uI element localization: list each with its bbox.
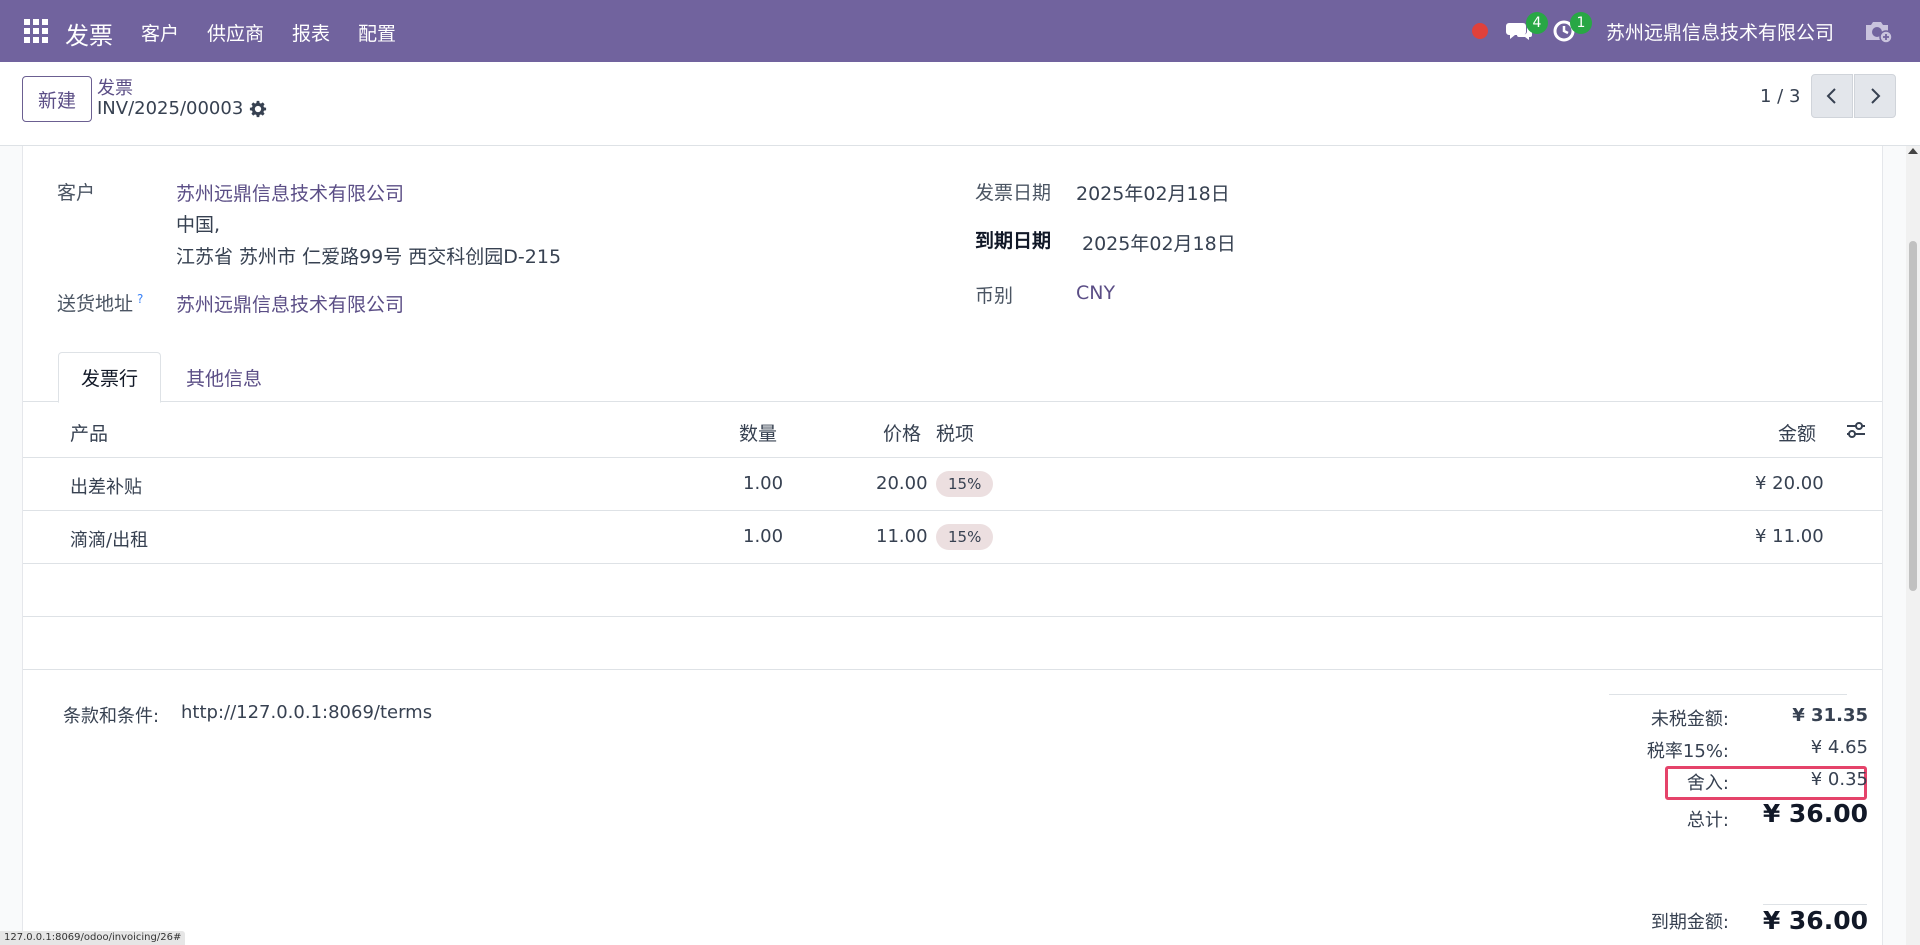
- column-taxes[interactable]: 税项: [936, 419, 974, 446]
- row-product[interactable]: 出差补贴: [70, 473, 142, 499]
- total-label: 总计:: [1686, 810, 1729, 831]
- table-row[interactable]: 出差补贴 1.00 20.00 15% ¥ 20.00: [23, 458, 1882, 511]
- row-price[interactable]: 11.00: [876, 526, 928, 547]
- due-date-field[interactable]: 2025年02月18日: [1082, 229, 1236, 256]
- empty-row[interactable]: [23, 617, 1882, 670]
- row-price[interactable]: 20.00: [876, 473, 928, 494]
- invoice-lines-header: 产品 数量 价格 税项 金额: [23, 402, 1882, 458]
- record-name: INV/2025/00003: [97, 98, 244, 119]
- row-amount: ¥ 20.00: [1755, 473, 1824, 494]
- pager-previous-button[interactable]: [1811, 74, 1853, 118]
- column-price[interactable]: 价格: [883, 419, 921, 446]
- currency-label: 币别: [975, 285, 1014, 307]
- column-product[interactable]: 产品: [70, 419, 108, 446]
- rounding-label: 舍入:: [1686, 773, 1729, 794]
- menu-item-reporting[interactable]: 报表: [292, 19, 330, 46]
- amount-due-value: ¥ 36.00: [1762, 906, 1868, 935]
- totals-divider: [1609, 694, 1847, 695]
- untaxed-amount-value: ¥ 31.35: [1792, 705, 1868, 726]
- activities-clock-icon[interactable]: 1: [1550, 12, 1592, 45]
- vertical-scrollbar[interactable]: [1906, 146, 1920, 945]
- form-sheet: 客户 苏州远鼎信息技术有限公司 中国, 江苏省 苏州市 仁爱路99号 西交科创园…: [22, 146, 1883, 945]
- apps-menu-icon[interactable]: [24, 19, 48, 43]
- delivery-address-label: 送货地址?: [57, 289, 143, 316]
- recording-indicator-icon: [1472, 23, 1488, 39]
- main-menu: 客户 供应商 报表 配置: [141, 19, 396, 46]
- content-area: 客户 苏州远鼎信息技术有限公司 中国, 江苏省 苏州市 仁爱路99号 西交科创园…: [0, 146, 1920, 945]
- row-quantity[interactable]: 1.00: [743, 526, 783, 547]
- chevron-right-icon: [1871, 88, 1881, 104]
- activities-count-badge: 1: [1570, 12, 1592, 34]
- messages-count-badge: 4: [1526, 12, 1548, 34]
- empty-row[interactable]: [23, 564, 1882, 617]
- gear-icon[interactable]: [249, 100, 267, 118]
- customer-field[interactable]: 苏州远鼎信息技术有限公司: [176, 179, 404, 206]
- row-amount: ¥ 11.00: [1755, 526, 1824, 547]
- due-date-label: 到期日期: [975, 230, 1052, 252]
- untaxed-amount-label: 未税金额:: [1650, 709, 1729, 730]
- column-settings-icon[interactable]: [1845, 419, 1867, 441]
- column-quantity[interactable]: 数量: [739, 419, 777, 446]
- menu-item-vendors[interactable]: 供应商: [207, 19, 264, 46]
- terms-value[interactable]: http://127.0.0.1:8069/terms: [181, 702, 432, 723]
- amount-due-label: 到期金额:: [1650, 912, 1729, 933]
- table-row[interactable]: 滴滴/出租 1.00 11.00 15% ¥ 11.00: [23, 511, 1882, 564]
- due-divider: [1763, 904, 1867, 905]
- pager-value[interactable]: 1 / 3: [1760, 86, 1800, 107]
- notebook-tabs: 发票行 其他信息: [23, 352, 1882, 403]
- row-product[interactable]: 滴滴/出租: [70, 526, 148, 552]
- control-panel: 新建 发票 INV/2025/00003 1 / 3: [0, 62, 1920, 146]
- messages-icon[interactable]: 4: [1506, 12, 1548, 45]
- breadcrumb-record: INV/2025/00003: [97, 98, 267, 119]
- menu-item-configuration[interactable]: 配置: [358, 19, 396, 46]
- tab-other-info[interactable]: 其他信息: [164, 352, 284, 403]
- invoice-date-label: 发票日期: [975, 182, 1052, 204]
- tax-label: 税率15%:: [1646, 741, 1729, 762]
- invoice-date-field[interactable]: 2025年02月18日: [1076, 179, 1230, 206]
- top-navbar: 发票 客户 供应商 报表 配置 4 1 苏州远鼎信息技术有限公司: [0, 0, 1920, 62]
- delivery-address-label-text: 送货地址: [57, 293, 134, 315]
- row-tax-badge[interactable]: 15%: [936, 471, 994, 497]
- app-name[interactable]: 发票: [65, 16, 113, 51]
- terms-label: 条款和条件:: [63, 706, 160, 727]
- currency-field[interactable]: CNY: [1076, 282, 1115, 304]
- status-bar-url: 127.0.0.1:8069/odoo/invoicing/26#: [0, 931, 186, 945]
- row-tax-badge[interactable]: 15%: [936, 524, 994, 550]
- column-amount[interactable]: 金额: [1778, 419, 1816, 446]
- row-quantity[interactable]: 1.00: [743, 473, 783, 494]
- help-tooltip-icon[interactable]: ?: [137, 292, 143, 306]
- company-switcher[interactable]: 苏州远鼎信息技术有限公司: [1606, 18, 1834, 45]
- chevron-left-icon: [1826, 88, 1836, 104]
- customer-address-line2: 江苏省 苏州市 仁爱路99号 西交科创园D-215: [176, 246, 562, 268]
- total-value: ¥ 36.00: [1762, 799, 1868, 828]
- scrollbar-thumb[interactable]: [1909, 241, 1917, 591]
- breadcrumb-invoices[interactable]: 发票: [97, 74, 133, 100]
- scroll-up-arrow-icon[interactable]: [1908, 148, 1918, 154]
- new-button[interactable]: 新建: [22, 76, 92, 122]
- tax-value: ¥ 4.65: [1810, 737, 1868, 758]
- customer-label: 客户: [57, 182, 96, 204]
- delivery-address-field[interactable]: 苏州远鼎信息技术有限公司: [176, 290, 404, 317]
- rounding-value: ¥ 0.35: [1810, 769, 1868, 790]
- customer-address-line1: 中国,: [176, 214, 221, 236]
- camera-plus-icon[interactable]: [1863, 17, 1893, 45]
- tab-invoice-lines[interactable]: 发票行: [58, 352, 162, 403]
- menu-item-customers[interactable]: 客户: [141, 19, 179, 46]
- pager-next-button[interactable]: [1854, 74, 1896, 118]
